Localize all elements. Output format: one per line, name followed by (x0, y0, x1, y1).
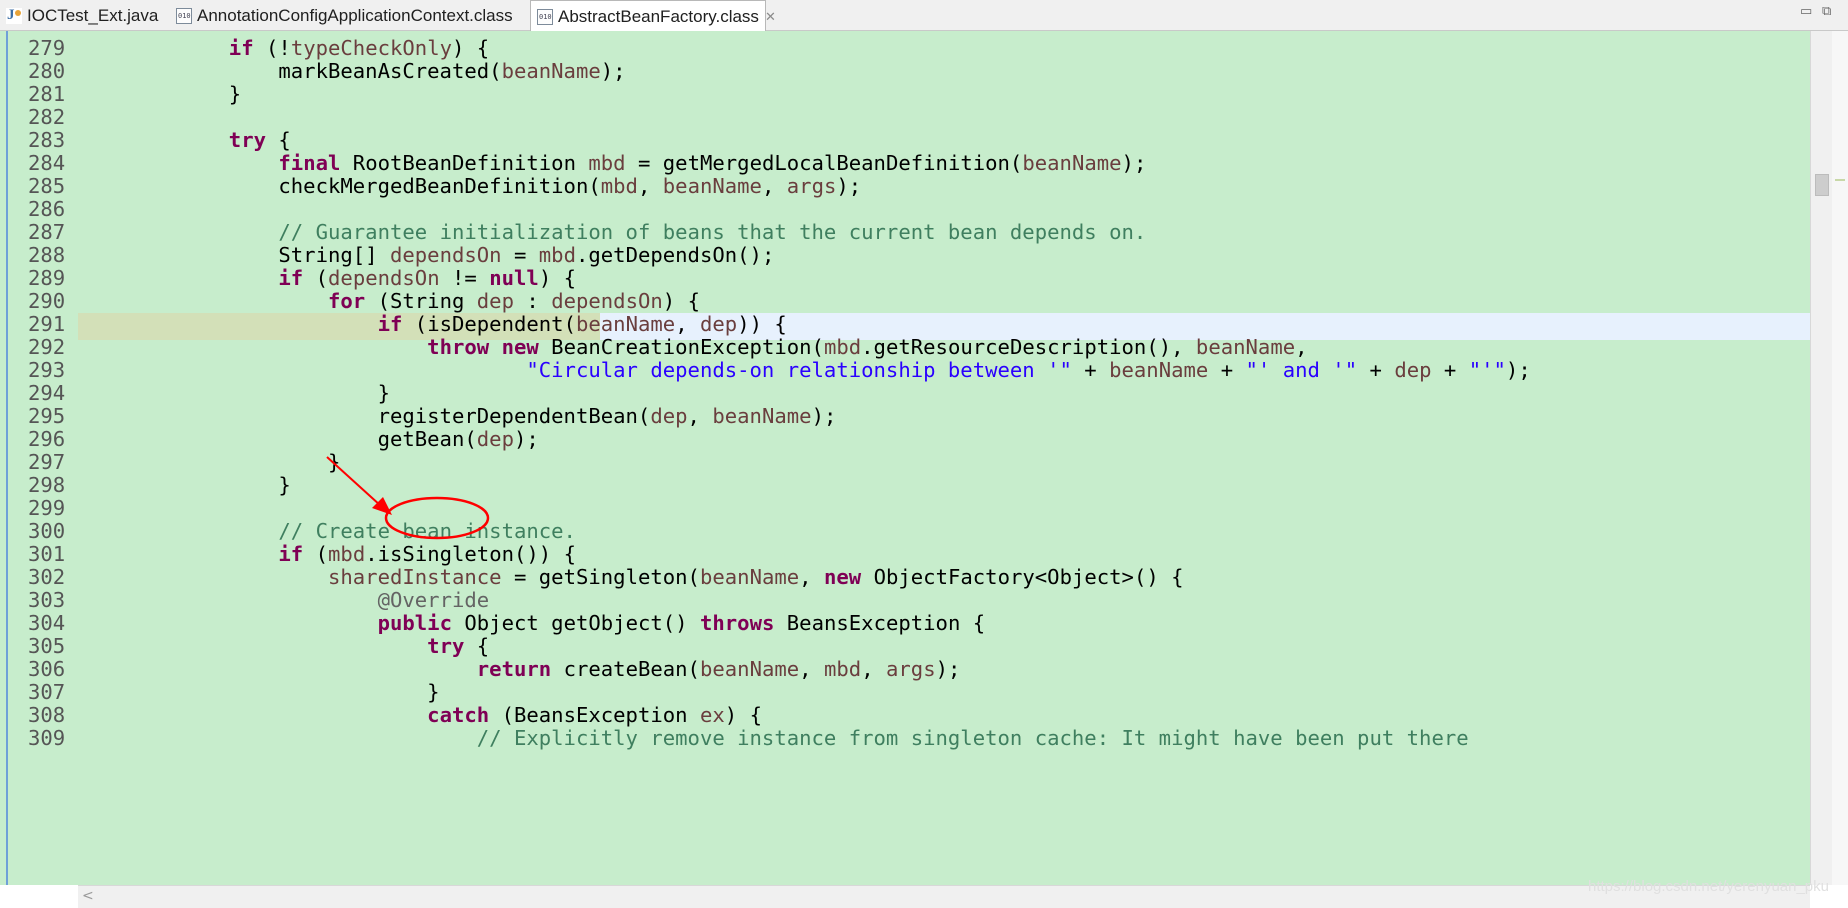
tab-label: IOCTest_Ext.java (27, 5, 159, 25)
tab-abstract-bean-factory[interactable]: AbstractBeanFactory.class ✕ (530, 0, 776, 32)
tab-label: AbstractBeanFactory.class (558, 6, 759, 26)
overview-ruler[interactable] (1832, 31, 1848, 885)
class-file-icon (176, 7, 192, 24)
horizontal-scrollbar[interactable]: < (78, 885, 1810, 908)
scroll-left-icon[interactable]: < (82, 888, 94, 904)
code-text: // Explicitly remove instance from singl… (476, 726, 1469, 750)
vertical-scrollbar[interactable] (1810, 31, 1832, 885)
code-line[interactable]: 309 // Explicitly remove instance from s… (0, 725, 1810, 752)
maximize-icon[interactable]: ⧉ (1822, 4, 1831, 19)
overview-mark[interactable] (1835, 179, 1845, 181)
tab-label: AnnotationConfigApplicationContext.class (197, 5, 513, 25)
java-file-icon (6, 7, 22, 24)
line-number: 309 (28, 726, 66, 750)
minimize-icon[interactable]: ▭ (1800, 4, 1812, 19)
close-tab-icon[interactable]: ✕ (765, 9, 776, 25)
scrollbar-thumb[interactable] (1815, 174, 1829, 196)
tab-annotation-config-application-context[interactable]: AnnotationConfigApplicationContext.class (170, 0, 522, 31)
watermark: https://blog.csdn.net/yerenyuan_pku (1588, 878, 1829, 895)
code-editor[interactable]: 279 if (!typeCheckOnly) {280 markBeanAsC… (0, 31, 1848, 885)
class-file-icon (537, 8, 553, 25)
editor-tab-bar: IOCTest_Ext.java AnnotationConfigApplica… (0, 0, 1848, 32)
tab-ioctest-ext[interactable]: IOCTest_Ext.java (0, 0, 168, 31)
